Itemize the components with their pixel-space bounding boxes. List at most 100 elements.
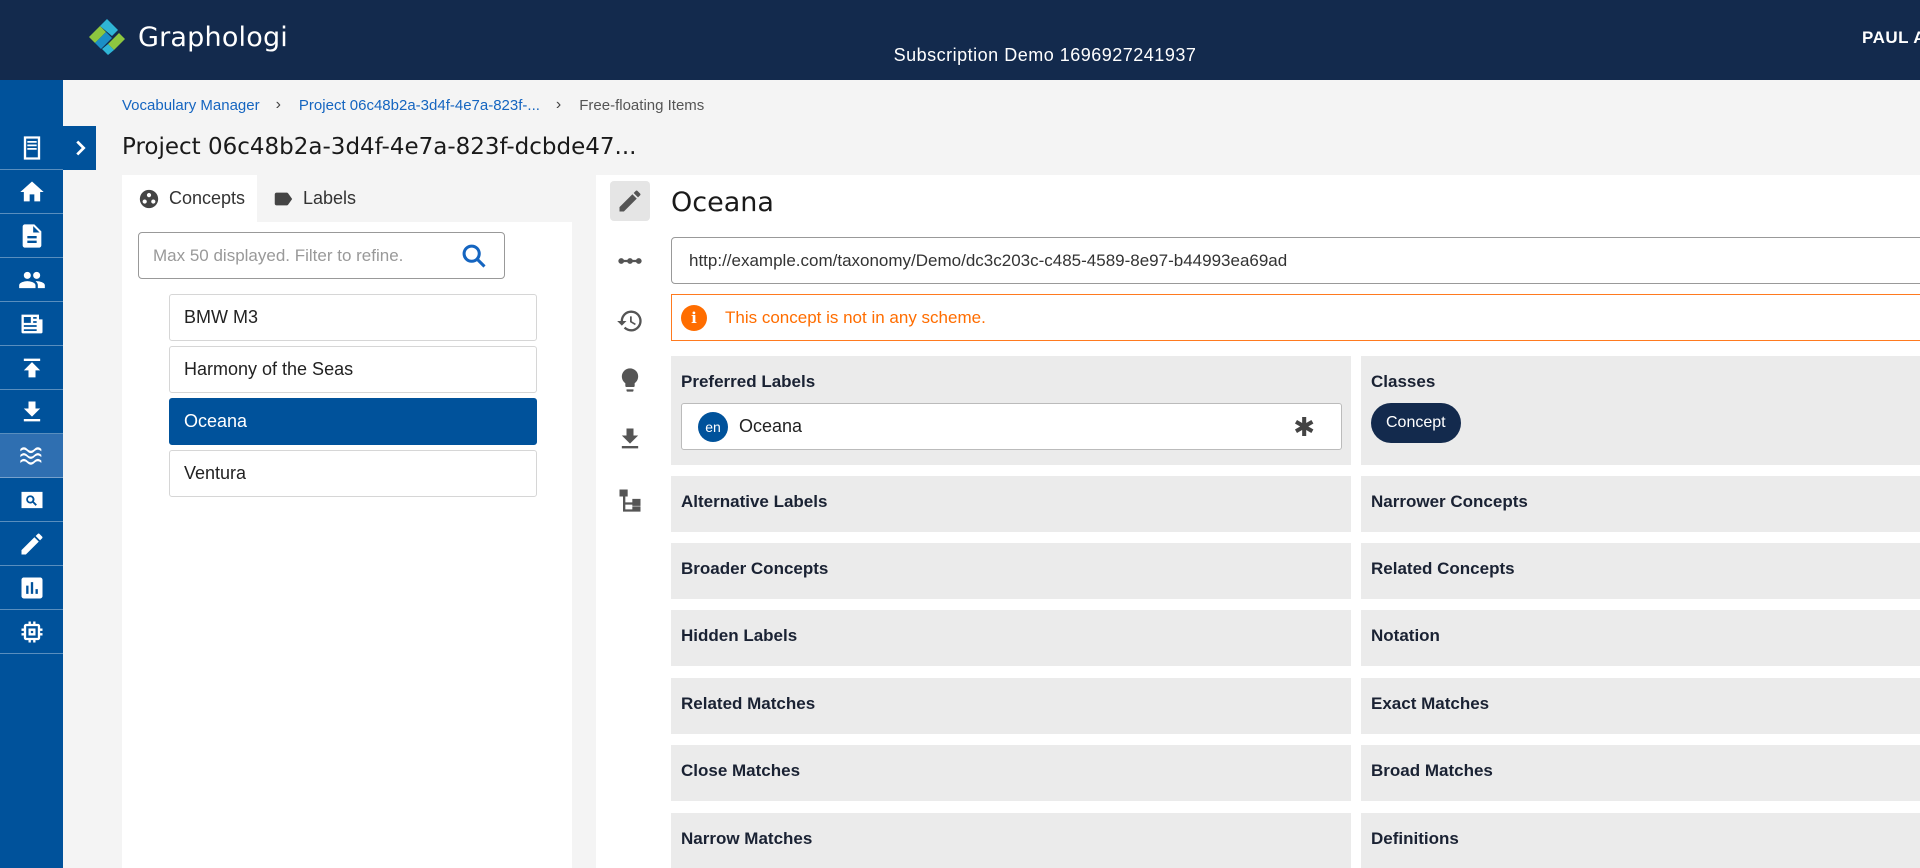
exact-matches-heading: Exact Matches (1371, 694, 1490, 713)
history-tool[interactable] (610, 301, 650, 341)
hierarchy-icon (619, 489, 641, 512)
sidebar-item-documents[interactable] (0, 214, 63, 258)
definitions-heading: Definitions (1371, 829, 1459, 848)
notation-heading: Notation (1371, 626, 1440, 645)
lightbulb-icon (621, 368, 639, 392)
sidebar-item-processing[interactable] (0, 610, 63, 654)
scheme-warning-text: This concept is not in any scheme. (725, 307, 986, 327)
search-icon[interactable] (460, 242, 488, 270)
tab-labels[interactable]: Labels (272, 175, 356, 222)
class-chip-concept[interactable]: Concept (1371, 403, 1461, 443)
preferred-label-entry[interactable]: en Oceana ✱ (681, 403, 1342, 450)
link-icon (618, 258, 642, 264)
suggestions-tool[interactable] (610, 360, 650, 400)
exact-matches-section[interactable]: Exact Matches (1361, 678, 1920, 734)
tab-labels-label: Labels (303, 188, 357, 208)
preferred-labels-section[interactable]: Preferred Labels en Oceana ✱ (671, 356, 1351, 465)
broad-matches-section[interactable]: Broad Matches (1361, 745, 1920, 801)
edit-tool[interactable] (610, 181, 650, 221)
users-icon (18, 271, 45, 288)
pencil-icon (21, 532, 43, 554)
download-icon (23, 401, 40, 421)
document-icon (22, 223, 41, 248)
breadcrumb: Vocabulary Manager › Project 06c48b2a-3d… (122, 96, 704, 114)
breadcrumb-project[interactable]: Project 06c48b2a-3d4f-4e7a-823f-... (299, 97, 540, 114)
definitions-section[interactable]: Definitions (1361, 813, 1920, 868)
bar-chart-icon (21, 577, 42, 598)
subscription-title[interactable]: Subscription Demo 1696927241937 (0, 45, 1920, 66)
home-icon (19, 181, 44, 201)
book-icon (23, 135, 40, 160)
hidden-labels-section[interactable]: Hidden Labels (671, 610, 1351, 666)
alternative-labels-heading: Alternative Labels (681, 492, 828, 511)
tab-concepts[interactable]: Concepts (122, 175, 257, 222)
concept-uri-field[interactable]: http://example.com/taxonomy/Demo/dc3c203… (671, 237, 1920, 284)
relations-tool[interactable] (610, 241, 650, 281)
asterisk-icon[interactable]: ✱ (1293, 413, 1315, 443)
alternative-labels-section[interactable]: Alternative Labels (671, 476, 1351, 532)
tab-concepts-label: Concepts (169, 188, 246, 208)
narrow-matches-section[interactable]: Narrow Matches (671, 813, 1351, 868)
broader-concepts-heading: Broader Concepts (681, 559, 829, 578)
sidebar-item-search[interactable] (0, 478, 63, 522)
breadcrumb-separator-icon: › (275, 96, 281, 113)
concept-search (138, 232, 505, 279)
close-matches-section[interactable]: Close Matches (671, 745, 1351, 801)
concept-title: Oceana (671, 187, 774, 218)
classes-section[interactable]: Classes Concept (1361, 356, 1920, 465)
page-title: Project 06c48b2a-3d4f-4e7a-823f-dcbde47.… (122, 134, 637, 160)
sidebar-item-home[interactable] (0, 170, 63, 214)
pencil-icon (619, 190, 641, 212)
related-matches-section[interactable]: Related Matches (671, 678, 1351, 734)
preferred-label-value: Oceana (739, 416, 803, 436)
broad-matches-heading: Broad Matches (1371, 761, 1493, 780)
scheme-warning: i This concept is not in any scheme. (671, 294, 1920, 341)
breadcrumb-vocabulary-manager[interactable]: Vocabulary Manager (122, 97, 260, 114)
breadcrumb-current: Free-floating Items (579, 96, 705, 114)
info-icon: i (681, 304, 707, 331)
sidebar (0, 80, 63, 868)
narrower-concepts-section[interactable]: Narrower Concepts (1361, 476, 1920, 532)
history-icon (617, 310, 642, 332)
concept-detail-panel: Oceana http://example.com/taxonomy/Demo/… (596, 175, 1920, 868)
hierarchy-tool[interactable] (610, 480, 650, 520)
sidebar-item-reports[interactable] (0, 566, 63, 610)
concept-list-item[interactable]: Harmony of the Seas (169, 346, 537, 393)
close-matches-heading: Close Matches (681, 761, 801, 780)
search-card-icon (21, 491, 42, 508)
breadcrumb-separator-icon: › (555, 96, 562, 113)
concept-list-item[interactable]: BMW M3 (169, 294, 537, 341)
chevron-right-icon (75, 140, 86, 156)
concept-search-input[interactable] (153, 233, 453, 278)
sidebar-item-download[interactable] (0, 390, 63, 434)
expand-sidebar-button[interactable] (63, 126, 96, 170)
upload-icon (23, 358, 40, 377)
sidebar-item-news[interactable] (0, 302, 63, 346)
chip-icon (21, 621, 42, 642)
top-bar: Graphologi Subscription Demo 16969272419… (0, 0, 1920, 80)
notation-section[interactable]: Notation (1361, 610, 1920, 666)
concept-list-item-selected[interactable]: Oceana (169, 398, 537, 445)
newspaper-icon (21, 314, 42, 333)
sidebar-item-free-floating[interactable] (0, 434, 63, 478)
broader-concepts-section[interactable]: Broader Concepts (671, 543, 1351, 599)
tag-icon (274, 192, 293, 205)
narrow-matches-heading: Narrow Matches (681, 829, 813, 848)
concepts-icon (139, 189, 159, 208)
classes-heading: Classes (1371, 372, 1436, 391)
download-icon (621, 428, 639, 449)
user-menu[interactable]: PAUL A (1862, 28, 1920, 48)
related-concepts-heading: Related Concepts (1371, 559, 1515, 578)
download-tool[interactable] (610, 419, 650, 459)
sidebar-item-upload[interactable] (0, 346, 63, 390)
sidebar-item-vocabulary[interactable] (0, 126, 63, 170)
narrower-concepts-heading: Narrower Concepts (1371, 492, 1528, 511)
preferred-labels-heading: Preferred Labels (681, 372, 816, 391)
language-badge: en (698, 411, 728, 442)
related-concepts-section[interactable]: Related Concepts (1361, 543, 1920, 599)
panel-tabs: Concepts Labels (122, 175, 572, 222)
waves-icon (19, 446, 41, 465)
sidebar-item-users[interactable] (0, 258, 63, 302)
sidebar-item-edit[interactable] (0, 522, 63, 566)
concept-list-item[interactable]: Ventura (169, 450, 537, 497)
